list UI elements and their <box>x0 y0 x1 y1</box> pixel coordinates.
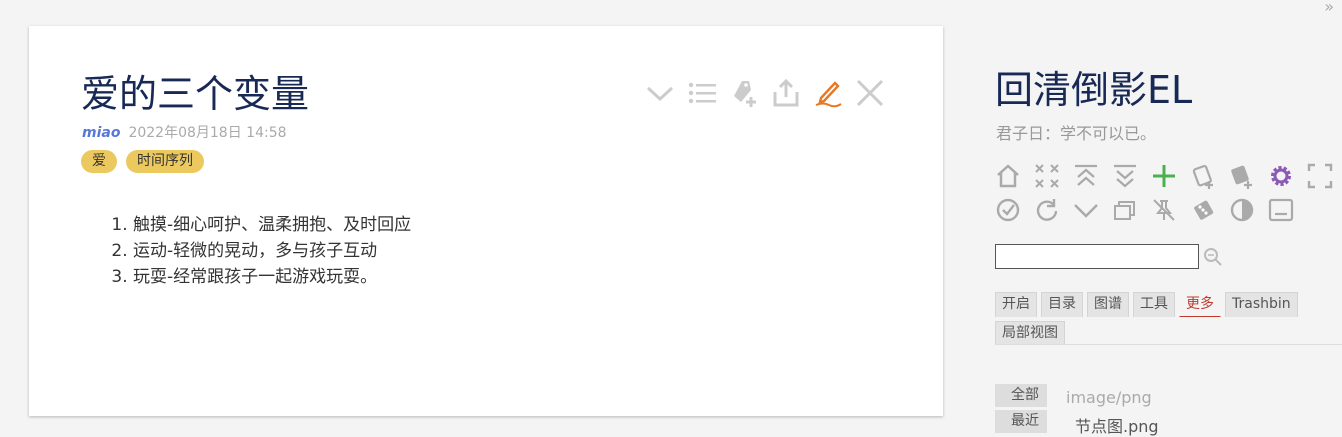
subtab-recent[interactable]: 最近 <box>995 410 1047 433</box>
tiddler-card: 爱的三个变量 miao 2022年08月18日 14:58 爱 时间序列 1. … <box>29 26 943 416</box>
search-icon[interactable] <box>1203 247 1223 267</box>
unfold-all-icon[interactable] <box>1111 162 1139 190</box>
tab-open[interactable]: 开启 <box>995 292 1037 317</box>
list-item: 运动-轻微的晃动，多与孩子互动 <box>133 238 411 264</box>
tiddler-tags: 爱 时间序列 <box>81 150 204 173</box>
expand-sidebar-button[interactable]: » <box>1324 0 1334 15</box>
dice-icon[interactable] <box>1189 196 1217 224</box>
list-group-heading: image/png <box>1066 388 1152 407</box>
export-icon[interactable] <box>771 78 801 108</box>
tab-toc[interactable]: 目录 <box>1041 292 1083 317</box>
tab-graph[interactable]: 图谱 <box>1087 292 1129 317</box>
tab-tools[interactable]: 工具 <box>1133 292 1175 317</box>
tiddler-title[interactable]: 爱的三个变量 <box>81 70 309 118</box>
unpin-icon[interactable] <box>1150 196 1178 224</box>
layout-icon[interactable] <box>1267 196 1295 224</box>
tiddler-date: 2022年08月18日 14:58 <box>128 125 287 141</box>
tag-pill[interactable]: 爱 <box>81 150 117 173</box>
tab-trashbin[interactable]: Trashbin <box>1225 292 1298 317</box>
chevron-down-icon[interactable] <box>1072 196 1100 224</box>
subtab-all[interactable]: 全部 <box>995 384 1047 407</box>
sidebar-tabs: 开启 目录 图谱 工具 更多 Trashbin 局部视图 <box>995 292 1342 345</box>
tab-local-view[interactable]: 局部视图 <box>995 321 1065 345</box>
search-row <box>995 244 1223 269</box>
site-title: 回清倒影EL <box>995 68 1193 112</box>
ordered-list: 触摸-细心呵护、温柔拥抱、及时回应 运动-轻微的晃动，多与孩子互动 玩耍-经常跟… <box>113 212 411 290</box>
new-image-icon[interactable] <box>1228 162 1256 190</box>
close-icon[interactable] <box>855 78 885 108</box>
page-controls <box>994 162 1342 224</box>
home-icon[interactable] <box>994 162 1022 190</box>
tiddler-body: 触摸-细心呵护、温柔拥抱、及时回应 运动-轻微的晃动，多与孩子互动 玩耍-经常跟… <box>113 212 411 290</box>
refresh-icon[interactable] <box>1033 196 1061 224</box>
tab-more[interactable]: 更多 <box>1179 292 1221 317</box>
close-all-icon[interactable] <box>1033 162 1061 190</box>
list-item-link[interactable]: 节点图.png <box>1075 413 1159 437</box>
new-tiddler-icon[interactable] <box>1150 162 1178 190</box>
tiddler-meta: miao 2022年08月18日 14:58 <box>82 122 287 142</box>
new-journal-icon[interactable] <box>1189 162 1217 190</box>
tiddler-author[interactable]: miao <box>82 125 120 141</box>
edit-pencil-icon[interactable] <box>813 78 843 108</box>
site-subtitle: 君子日：学不可以已。 <box>996 124 1157 143</box>
chevron-down-icon[interactable] <box>645 78 675 108</box>
tag-pill[interactable]: 时间序列 <box>126 150 204 173</box>
save-icon[interactable] <box>994 196 1022 224</box>
search-input[interactable] <box>995 244 1199 269</box>
control-panel-icon[interactable] <box>1267 162 1295 190</box>
theme-toggle-icon[interactable] <box>1228 196 1256 224</box>
layers-icon[interactable] <box>1111 196 1139 224</box>
fullscreen-icon[interactable] <box>1306 162 1334 190</box>
list-item: 玩耍-经常跟孩子一起游戏玩耍。 <box>133 264 411 290</box>
tab-divider <box>995 344 1342 345</box>
fold-all-icon[interactable] <box>1072 162 1100 190</box>
more-subtabs: 全部 最近 <box>995 384 1047 433</box>
tiddler-toolbar <box>645 78 885 108</box>
list-item: 触摸-细心呵护、温柔拥抱、及时回应 <box>133 212 411 238</box>
tag-add-icon[interactable] <box>729 78 759 108</box>
list-icon[interactable] <box>687 78 717 108</box>
